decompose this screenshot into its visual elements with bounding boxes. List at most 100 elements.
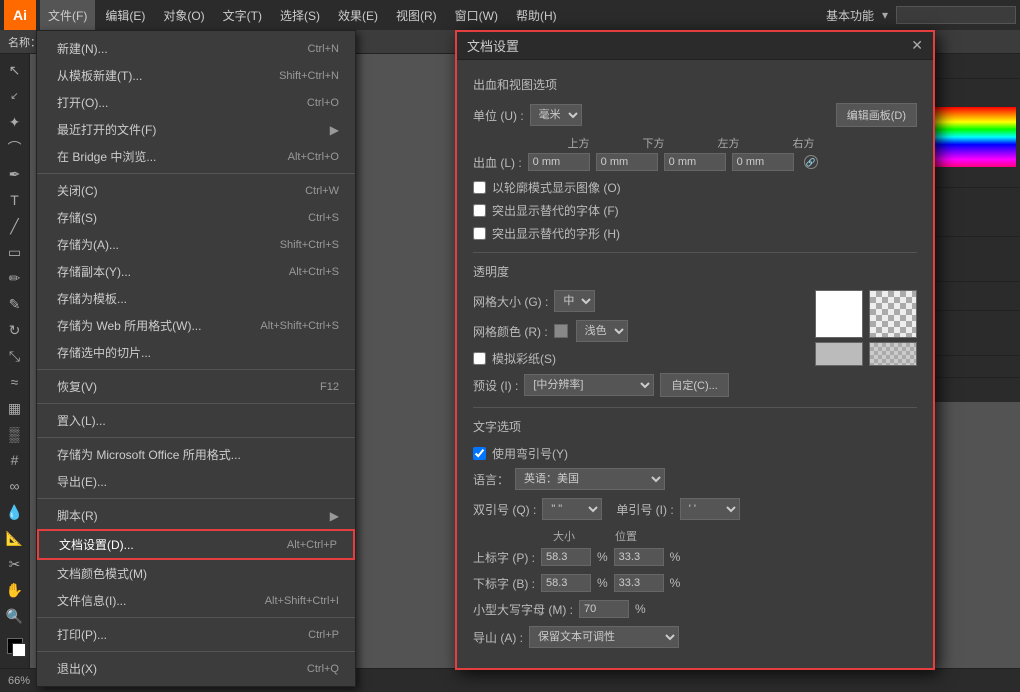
tool-graph[interactable]: ▦ bbox=[3, 396, 27, 420]
export-select[interactable]: 保留文本可调性 bbox=[529, 626, 679, 648]
use-quotes-checkbox[interactable] bbox=[473, 447, 486, 460]
menu-item-window[interactable]: 窗口(W) bbox=[447, 0, 506, 30]
menu-export[interactable]: 导出(E)... bbox=[37, 468, 355, 495]
menu-item-edit[interactable]: 编辑(E) bbox=[97, 0, 153, 30]
menu-save-as[interactable]: 存储为(A)... Shift+Ctrl+S bbox=[37, 231, 355, 258]
superscript-size-input[interactable] bbox=[541, 548, 591, 566]
menu-new-template[interactable]: 从模板新建(T)... Shift+Ctrl+N bbox=[37, 62, 355, 89]
bleed-left-input[interactable] bbox=[664, 153, 726, 171]
tool-rect[interactable]: ▭ bbox=[3, 240, 27, 264]
separator-5 bbox=[37, 498, 355, 499]
menu-item-help[interactable]: 帮助(H) bbox=[508, 0, 565, 30]
tool-pen[interactable]: ✒ bbox=[3, 162, 27, 186]
tool-line[interactable]: ╱ bbox=[3, 214, 27, 238]
tool-direct-select[interactable]: ↙ bbox=[3, 84, 27, 108]
menu-save-selected[interactable]: 存储选中的切片... bbox=[37, 339, 355, 366]
highlight-glyphs-checkbox[interactable] bbox=[473, 227, 486, 240]
menu-file-info-label: 文件信息(I)... bbox=[57, 592, 126, 609]
unit-row: 单位 (U) : 毫米 编辑画板(D) bbox=[473, 103, 917, 127]
menu-new[interactable]: 新建(N)... Ctrl+N bbox=[37, 35, 355, 62]
menu-save-web[interactable]: 存储为 Web 所用格式(W)... Alt+Shift+Ctrl+S bbox=[37, 312, 355, 339]
percent-5: % bbox=[635, 602, 646, 616]
stroke-color[interactable] bbox=[12, 643, 26, 657]
preset-select[interactable]: [中分辨率] bbox=[524, 374, 654, 396]
tool-select[interactable]: ↖ bbox=[3, 58, 27, 82]
smallcaps-input[interactable] bbox=[579, 600, 629, 618]
menu-item-view[interactable]: 视图(R) bbox=[388, 0, 445, 30]
subscript-pos-input[interactable] bbox=[614, 574, 664, 592]
menu-print[interactable]: 打印(P)... Ctrl+P bbox=[37, 621, 355, 648]
workspace-label: 基本功能 bbox=[826, 7, 874, 24]
menu-place[interactable]: 置入(L)... bbox=[37, 407, 355, 434]
menu-exit[interactable]: 退出(X) Ctrl+Q bbox=[37, 655, 355, 682]
tool-type[interactable]: T bbox=[3, 188, 27, 212]
tool-eyedropper[interactable]: 💧 bbox=[3, 500, 27, 524]
menu-print-shortcut: Ctrl+P bbox=[308, 629, 339, 641]
search-input[interactable] bbox=[896, 6, 1016, 24]
menu-save-ms-label: 存储为 Microsoft Office 所用格式... bbox=[57, 446, 241, 463]
highlight-fonts-checkbox[interactable] bbox=[473, 204, 486, 217]
tool-paintbrush[interactable]: ✏ bbox=[3, 266, 27, 290]
menu-item-select[interactable]: 选择(S) bbox=[272, 0, 328, 30]
language-select[interactable]: 英语：美国 bbox=[515, 468, 665, 490]
grid-color-select[interactable]: 浅色 bbox=[576, 320, 628, 342]
tool-gradient[interactable]: ▒ bbox=[3, 422, 27, 446]
tool-magic-wand[interactable]: ✦ bbox=[3, 110, 27, 134]
menu-save-copy[interactable]: 存储副本(Y)... Alt+Ctrl+S bbox=[37, 258, 355, 285]
grid-size-select[interactable]: 中 bbox=[554, 290, 595, 312]
double-quote-select[interactable]: " " bbox=[542, 498, 602, 520]
menu-item-file[interactable]: 文件(F) bbox=[40, 0, 95, 30]
unit-select[interactable]: 毫米 bbox=[530, 104, 582, 126]
subscript-size-input[interactable] bbox=[541, 574, 591, 592]
menu-bar: Ai 文件(F) 编辑(E) 对象(O) 文字(T) 选择(S) 效果(E) 视… bbox=[0, 0, 1020, 30]
menu-save-template[interactable]: 存储为模板... bbox=[37, 285, 355, 312]
menu-recent[interactable]: 最近打开的文件(F) ▶ bbox=[37, 116, 355, 143]
menu-scripts[interactable]: 脚本(R) ▶ bbox=[37, 502, 355, 529]
menu-item-object[interactable]: 对象(O) bbox=[155, 0, 212, 30]
grid-color-swatch[interactable] bbox=[554, 324, 568, 338]
tool-rotate[interactable]: ↻ bbox=[3, 318, 27, 342]
workspace-arrow[interactable]: ▾ bbox=[882, 8, 888, 22]
menu-close[interactable]: 关闭(C) Ctrl+W bbox=[37, 177, 355, 204]
menu-save-ms[interactable]: 存储为 Microsoft Office 所用格式... bbox=[37, 441, 355, 468]
menu-open[interactable]: 打开(O)... Ctrl+O bbox=[37, 89, 355, 116]
tool-mesh[interactable]: # bbox=[3, 448, 27, 472]
menu-item-effect[interactable]: 效果(E) bbox=[330, 0, 386, 30]
menu-doc-settings[interactable]: 文档设置(D)... Alt+Ctrl+P bbox=[37, 529, 355, 560]
link-bleed-button[interactable]: 🔗 bbox=[804, 155, 818, 169]
separator-6 bbox=[37, 617, 355, 618]
app-logo: Ai bbox=[4, 0, 36, 30]
menu-file-info[interactable]: 文件信息(I)... Alt+Shift+Ctrl+I bbox=[37, 587, 355, 614]
custom-button[interactable]: 自定(C)... bbox=[660, 373, 728, 397]
superscript-pos-input[interactable] bbox=[614, 548, 664, 566]
bleed-top-input[interactable] bbox=[528, 153, 590, 171]
tool-blend[interactable]: ∞ bbox=[3, 474, 27, 498]
menu-save-as-label: 存储为(A)... bbox=[57, 236, 119, 253]
tool-scale[interactable]: ⤡ bbox=[3, 344, 27, 368]
tool-hand[interactable]: ✋ bbox=[3, 578, 27, 602]
edit-canvas-button[interactable]: 编辑画板(D) bbox=[836, 103, 917, 127]
menu-save[interactable]: 存储(S) Ctrl+S bbox=[37, 204, 355, 231]
menu-bridge[interactable]: 在 Bridge 中浏览... Alt+Ctrl+O bbox=[37, 143, 355, 170]
tool-slice[interactable]: ✂ bbox=[3, 552, 27, 576]
fill-color[interactable] bbox=[7, 638, 23, 654]
bleed-right-input[interactable] bbox=[732, 153, 794, 171]
tool-warp[interactable]: ≈ bbox=[3, 370, 27, 394]
grid-size-label: 网格大小 (G) : bbox=[473, 293, 548, 310]
tool-lasso[interactable]: ⌒ bbox=[3, 136, 27, 160]
tool-zoom[interactable]: 🔍 bbox=[3, 604, 27, 628]
bleed-bottom-input[interactable] bbox=[596, 153, 658, 171]
highlight-fonts-label: 突出显示替代的字体 (F) bbox=[492, 202, 619, 219]
menu-place-label: 置入(L)... bbox=[57, 412, 106, 429]
menu-revert[interactable]: 恢复(V) F12 bbox=[37, 373, 355, 400]
transparency-content: 网格大小 (G) : 中 网格颜色 (R) : 浅色 模拟彩纸(S) bbox=[473, 290, 917, 373]
simulate-paper-checkbox[interactable] bbox=[473, 352, 486, 365]
single-quote-select[interactable]: ' ' bbox=[680, 498, 740, 520]
menu-item-type[interactable]: 文字(T) bbox=[215, 0, 270, 30]
tool-measure[interactable]: 📐 bbox=[3, 526, 27, 550]
outline-checkbox[interactable] bbox=[473, 181, 486, 194]
tool-pencil[interactable]: ✎ bbox=[3, 292, 27, 316]
dialog-close-button[interactable]: ✕ bbox=[911, 37, 923, 54]
menu-doc-color[interactable]: 文档颜色模式(M) bbox=[37, 560, 355, 587]
menu-open-label: 打开(O)... bbox=[57, 94, 108, 111]
